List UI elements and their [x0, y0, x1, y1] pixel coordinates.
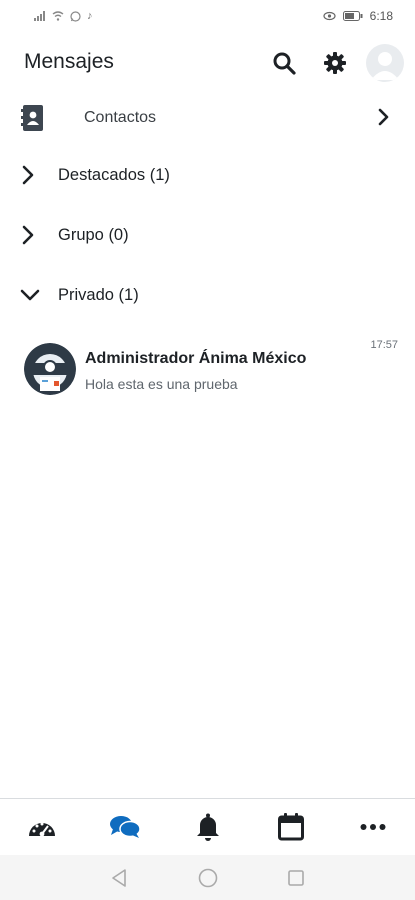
section-label: Destacados (1) — [58, 166, 170, 184]
settings-button[interactable] — [320, 48, 350, 78]
nav-notifications[interactable] — [178, 799, 238, 855]
messages-icon — [110, 816, 141, 838]
battery-icon — [342, 11, 363, 21]
nav-dashboard[interactable] — [12, 799, 72, 855]
search-button[interactable] — [269, 48, 299, 78]
tiktok-icon: ♪ — [87, 10, 93, 22]
user-avatar[interactable] — [366, 44, 404, 82]
conversation-avatar — [24, 343, 76, 395]
nav-calendar[interactable] — [261, 799, 321, 855]
chevron-right-icon — [378, 108, 389, 126]
contacts-label: Contactos — [84, 109, 157, 126]
status-time: 6:18 — [369, 9, 393, 23]
section-destacados[interactable]: Destacados (1) — [0, 155, 415, 195]
conversation-item[interactable]: Administrador Ánima México Hola esta es … — [0, 335, 415, 405]
system-nav-bar — [0, 855, 415, 900]
home-circle-icon — [198, 868, 218, 888]
wifi-icon — [52, 11, 64, 21]
chevron-right-icon — [22, 225, 34, 245]
eye-comfort-icon — [323, 11, 336, 21]
section-label: Grupo (0) — [58, 226, 129, 244]
address-book-icon — [21, 105, 43, 131]
system-home-button[interactable] — [195, 865, 221, 891]
conversation-preview: Hola esta es una prueba — [85, 376, 238, 392]
contacts-row[interactable]: Contactos — [0, 96, 415, 140]
app-header: Mensajes — [0, 36, 415, 90]
search-icon — [273, 52, 296, 75]
nav-more[interactable] — [343, 799, 403, 855]
system-back-button[interactable] — [106, 865, 132, 891]
gear-icon — [324, 52, 346, 74]
more-icon — [360, 824, 386, 830]
conversation-time: 17:57 — [370, 339, 398, 351]
astronaut-avatar-icon — [24, 343, 76, 395]
system-recents-button[interactable] — [283, 865, 309, 891]
dashboard-icon — [29, 822, 55, 837]
status-left-icons: ♪ — [34, 10, 93, 22]
calendar-icon — [278, 813, 304, 841]
section-label: Privado (1) — [58, 286, 139, 304]
bell-icon — [197, 813, 219, 841]
bottom-nav — [0, 798, 415, 855]
back-triangle-icon — [112, 869, 126, 887]
chevron-down-icon — [20, 289, 40, 301]
page-title: Mensajes — [24, 50, 114, 73]
section-privado[interactable]: Privado (1) — [0, 275, 415, 315]
status-right-icons: 6:18 — [323, 9, 393, 23]
chevron-right-icon — [22, 165, 34, 185]
status-bar: ♪ 6:18 — [0, 0, 415, 36]
user-avatar-icon — [371, 52, 399, 80]
conversation-name: Administrador Ánima México — [85, 350, 307, 367]
signal-icon — [34, 11, 45, 21]
recents-square-icon — [288, 870, 304, 886]
whatsapp-icon — [70, 10, 81, 22]
nav-messages[interactable] — [95, 799, 155, 855]
section-grupo[interactable]: Grupo (0) — [0, 215, 415, 255]
